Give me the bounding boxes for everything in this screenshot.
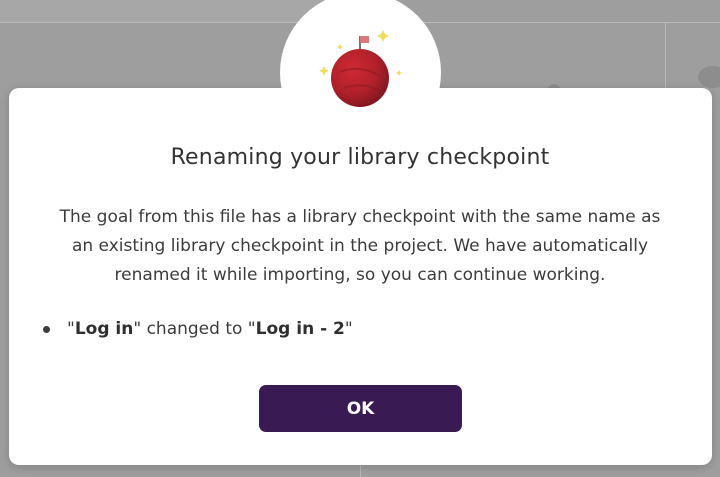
dialog-message: The goal from this file has a library ch… <box>30 203 690 290</box>
planet-with-flag-icon <box>319 30 402 107</box>
renamed-items-list: "Log in" changed to "Log in - 2" <box>43 316 353 342</box>
background-divider <box>360 465 361 477</box>
sparkle-icon <box>319 66 329 76</box>
old-checkpoint-name: Log in <box>74 319 134 339</box>
flag-shape <box>360 36 369 43</box>
sparkle-icon <box>337 44 343 50</box>
background-panel <box>0 0 326 22</box>
list-item: "Log in" changed to "Log in - 2" <box>43 316 353 342</box>
ok-button[interactable]: OK <box>259 385 462 432</box>
dialog-message-line: The goal from this file has a library ch… <box>59 207 661 227</box>
sparkle-icon <box>377 30 389 42</box>
new-checkpoint-name: Log in - 2 <box>255 319 345 339</box>
bullet-icon <box>43 326 50 333</box>
dialog-message-line: renamed it while importing, so you can c… <box>114 265 606 285</box>
background-divider <box>665 22 666 88</box>
quote-close: " <box>344 319 353 339</box>
dialog-title: Renaming your library checkpoint <box>170 145 550 170</box>
planet-shape <box>331 49 389 107</box>
dialog-message-line: an existing library checkpoint in the pr… <box>71 236 649 256</box>
sparkle-icon <box>396 70 402 76</box>
background-shape <box>698 66 720 88</box>
quote-open: " <box>67 319 75 339</box>
change-text: " changed to " <box>133 319 256 339</box>
dialog-illustration-badge <box>280 0 441 153</box>
